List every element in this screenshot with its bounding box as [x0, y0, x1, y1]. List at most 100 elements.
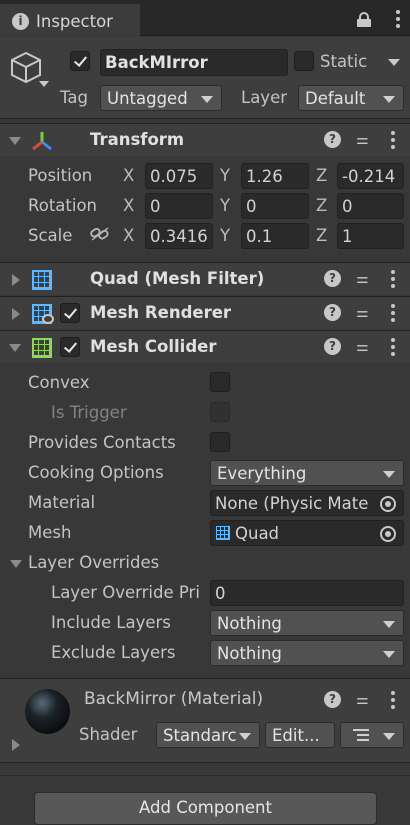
layer-value: Default: [305, 89, 366, 108]
lock-icon[interactable]: [357, 12, 371, 27]
mesh-collider-enabled-checkbox[interactable]: [60, 337, 80, 357]
scale-y-label[interactable]: Y: [220, 227, 230, 245]
shader-options-dropdown[interactable]: [340, 722, 404, 748]
presets-icon[interactable]: ⚌: [356, 131, 374, 149]
fold-closed-icon: [12, 308, 20, 320]
mesh-label: Mesh: [28, 523, 72, 542]
help-icon[interactable]: ?: [324, 691, 341, 708]
scale-z-value: 1: [342, 227, 353, 246]
scale-z-label[interactable]: Z: [316, 227, 327, 245]
cooking-options-dropdown[interactable]: Everything: [210, 460, 404, 486]
position-z-label[interactable]: Z: [316, 167, 327, 185]
static-checkbox[interactable]: [294, 51, 314, 71]
mesh-value: Quad: [235, 524, 280, 543]
include-layers-value: Nothing: [217, 614, 282, 633]
mesh-renderer-header[interactable]: Mesh Renderer ? ⚌: [0, 296, 410, 329]
icon-dropdown-arrow[interactable]: [39, 81, 49, 87]
material-field[interactable]: None (Physic Mate: [210, 490, 404, 516]
position-x-label[interactable]: X: [123, 167, 134, 185]
context-menu-icon[interactable]: [390, 691, 396, 709]
shader-dropdown[interactable]: Standarc: [156, 722, 260, 748]
context-menu-icon[interactable]: [390, 131, 396, 149]
header-icons: ? ⚌: [324, 304, 404, 322]
help-icon[interactable]: ?: [324, 304, 341, 321]
header-icons: ? ⚌: [324, 270, 404, 288]
rotation-y-value: 0: [246, 197, 257, 216]
rotation-y-label[interactable]: Y: [220, 197, 230, 215]
presets-icon[interactable]: ⚌: [356, 338, 374, 356]
presets-icon[interactable]: ⚌: [356, 304, 374, 322]
mesh-renderer-enabled-checkbox[interactable]: [60, 303, 80, 323]
add-component-label: Add Component: [139, 798, 272, 817]
help-icon[interactable]: ?: [324, 270, 341, 287]
layer-override-priority-value: 0: [215, 584, 226, 603]
exclude-layers-value: Nothing: [217, 644, 282, 663]
transform-axes-icon: [32, 132, 52, 151]
position-y-field[interactable]: 1.26: [241, 163, 309, 189]
provides-contacts-checkbox[interactable]: [210, 432, 230, 452]
scale-x-label[interactable]: X: [123, 227, 134, 245]
inspector-tab[interactable]: i Inspector: [0, 4, 140, 36]
is-trigger-checkbox: [210, 402, 230, 422]
object-picker-icon[interactable]: [380, 526, 396, 542]
constrain-proportions-icon[interactable]: [90, 226, 110, 242]
chevron-down-icon: [383, 621, 395, 628]
mesh-field[interactable]: Quad: [210, 520, 404, 546]
eye-icon: [42, 314, 54, 324]
context-menu-icon[interactable]: [390, 270, 396, 288]
rotation-x-value: 0: [150, 197, 161, 216]
position-z-field[interactable]: -0.214: [337, 163, 404, 189]
rotation-y-field[interactable]: 0: [241, 193, 309, 219]
rotation-z-label[interactable]: Z: [316, 197, 327, 215]
position-y-label[interactable]: Y: [220, 167, 230, 185]
mesh-renderer-title: Mesh Renderer: [90, 303, 232, 322]
edit-shader-label: Edit...: [272, 726, 320, 745]
presets-icon[interactable]: ⚌: [356, 270, 374, 288]
rotation-x-field[interactable]: 0: [145, 193, 213, 219]
exclude-layers-dropdown[interactable]: Nothing: [210, 640, 404, 666]
divider: [0, 775, 410, 776]
help-icon[interactable]: ?: [324, 338, 341, 355]
scale-x-field[interactable]: 0.3416: [145, 223, 213, 249]
chevron-down-icon: [239, 733, 251, 740]
rotation-z-field[interactable]: 0: [337, 193, 404, 219]
chevron-down-icon: [383, 651, 395, 658]
scale-x-value: 0.3416: [150, 227, 208, 246]
scale-label: Scale: [28, 226, 73, 245]
layer-dropdown[interactable]: Default: [298, 85, 404, 111]
tab-menu-icon[interactable]: [395, 10, 401, 28]
include-layers-label: Include Layers: [51, 613, 171, 632]
include-layers-dropdown[interactable]: Nothing: [210, 610, 404, 636]
presets-icon[interactable]: ⚌: [356, 691, 374, 709]
layer-override-priority-field[interactable]: 0: [210, 580, 404, 606]
gameobject-name: BackMIrror: [105, 53, 208, 72]
cooking-options-value: Everything: [217, 464, 307, 483]
layer-overrides-fold-icon[interactable]: [10, 560, 22, 568]
material-fold-icon[interactable]: [12, 739, 20, 751]
position-x-field[interactable]: 0.075: [145, 163, 213, 189]
gameobject-name-field[interactable]: BackMIrror: [100, 49, 288, 76]
gameobject-active-checkbox[interactable]: [70, 51, 90, 71]
add-component-button[interactable]: Add Component: [34, 792, 377, 825]
chevron-down-icon: [201, 96, 213, 103]
scale-y-field[interactable]: 0.1: [241, 223, 309, 249]
layer-overrides-label[interactable]: Layer Overrides: [28, 554, 159, 572]
scale-z-field[interactable]: 1: [337, 223, 404, 249]
tag-dropdown[interactable]: Untagged: [100, 85, 222, 111]
mesh-filter-header[interactable]: Quad (Mesh Filter) ? ⚌: [0, 262, 410, 295]
convex-label: Convex: [28, 373, 90, 392]
help-icon[interactable]: ?: [324, 131, 341, 148]
rotation-x-label[interactable]: X: [123, 197, 134, 215]
fold-closed-icon: [12, 274, 20, 286]
convex-checkbox[interactable]: [210, 372, 230, 392]
context-menu-icon[interactable]: [390, 304, 396, 322]
context-menu-icon[interactable]: [390, 338, 396, 356]
header-icons: ? ⚌: [324, 338, 404, 356]
mesh-collider-header[interactable]: Mesh Collider ? ⚌: [0, 330, 410, 363]
scale-y-value: 0.1: [246, 227, 273, 246]
exclude-layers-label: Exclude Layers: [51, 643, 176, 662]
edit-shader-button[interactable]: Edit...: [265, 722, 335, 748]
transform-header[interactable]: Transform ? ⚌: [0, 123, 410, 156]
object-picker-icon[interactable]: [380, 496, 396, 512]
static-dropdown-arrow[interactable]: [388, 59, 400, 66]
